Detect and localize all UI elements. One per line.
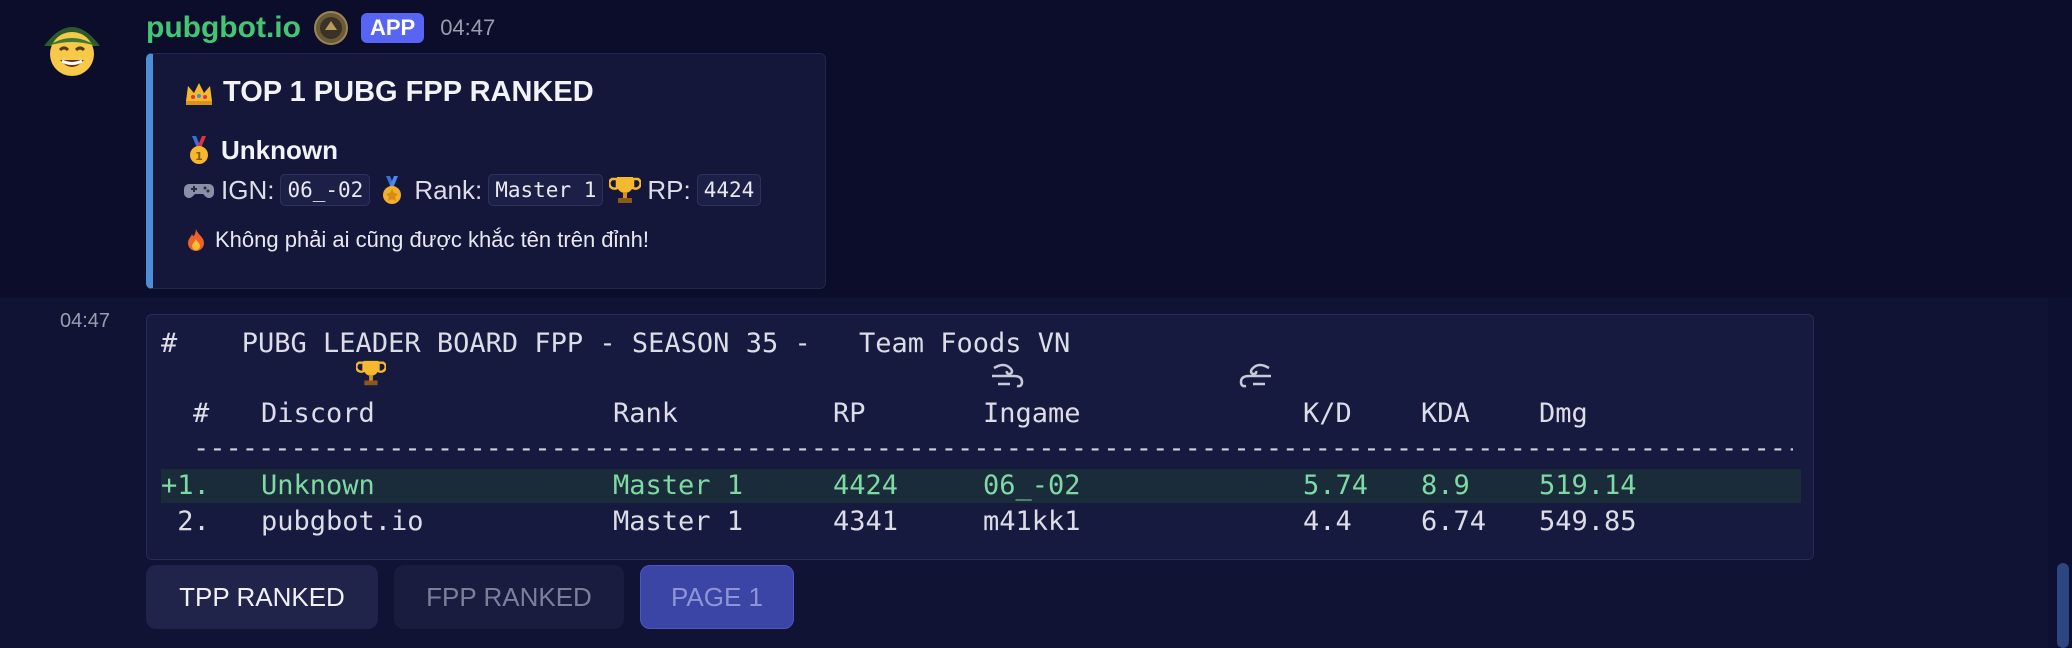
row-ingame: m41kk1 <box>983 506 1081 537</box>
table-row: +1. Unknown Master 1 4424 06_-02 5.74 8.… <box>161 469 1801 503</box>
ign-value: 06_-02 <box>280 174 371 206</box>
bot-message-top1: pubgbot.io APP 04:47 TOP 1 PUBG FPP RANK… <box>0 0 2072 297</box>
row-discord: pubgbot.io <box>261 506 424 537</box>
page-button[interactable]: PAGE 1 <box>640 565 794 629</box>
table-row: 2. pubgbot.io Master 1 4341 m41kk1 4.4 6… <box>161 505 1689 539</box>
action-buttons: TPP RANKED FPP RANKED PAGE 1 <box>146 565 794 629</box>
header-dmg: Dmg <box>1539 398 1588 429</box>
embed-title-text: TOP 1 PUBG FPP RANKED <box>223 76 594 108</box>
message-timestamp[interactable]: 04:47 <box>440 15 495 41</box>
row-ingame: 06_-02 <box>983 470 1081 501</box>
row-dmg: 549.85 <box>1539 506 1637 537</box>
player-name: Unknown <box>221 134 338 165</box>
embed-footer-text: Không phải ai cũng được khắc tên trên đỉ… <box>215 227 649 252</box>
ign-label: IGN: <box>221 174 275 205</box>
leaderboard-header-row: # Discord Rank RP Ingame K/D KDA Dmg <box>161 397 1689 431</box>
row-kda: 6.74 <box>1421 506 1487 537</box>
trophy-icon <box>194 327 387 386</box>
crown-icon <box>183 77 215 109</box>
header-kd: K/D <box>1303 398 1352 429</box>
row-rank: Master 1 <box>613 470 744 501</box>
row-kd: 5.74 <box>1303 470 1369 501</box>
embed-fields: IGN: 06_-02 Rank: Master 1 RP: 4424 <box>183 174 762 206</box>
row-rank: Master 1 <box>613 506 744 537</box>
leaderboard-title: # PUBG LEADER BOARD FPP - SEASON 35 - Te… <box>161 327 1271 388</box>
wind-swirl-icon <box>1070 327 1271 388</box>
row-discord: Unknown <box>261 470 375 501</box>
trophy-icon <box>608 174 643 206</box>
title-text: PUBG LEADER BOARD FPP - SEASON 35 - <box>225 327 827 359</box>
rank-value: Master 1 <box>488 174 604 206</box>
svg-text:1: 1 <box>195 150 203 163</box>
embed-footer: Không phải ai cũng được khắc tên trên đỉ… <box>183 227 649 253</box>
rp-label: RP: <box>647 174 691 205</box>
first-place-medal-icon: 1 <box>183 134 215 166</box>
tpp-ranked-button[interactable]: TPP RANKED <box>146 565 378 629</box>
rank-label: Rank: <box>414 174 483 205</box>
row-kda: 8.9 <box>1421 470 1470 501</box>
scrollbar-thumb[interactable] <box>2057 563 2069 648</box>
wind-swirl-icon <box>827 327 1023 388</box>
header-ingame: Ingame <box>983 398 1081 429</box>
embed-player: 1 Unknown <box>183 134 338 166</box>
team-name: Team Foods VN <box>858 327 1071 359</box>
fire-icon <box>183 227 209 253</box>
row-num: +1. <box>161 470 210 501</box>
fpp-ranked-button[interactable]: FPP RANKED <box>394 565 624 629</box>
header-num: # <box>193 398 210 429</box>
server-emblem-icon <box>311 8 351 48</box>
game-controller-icon <box>183 174 215 206</box>
header-rp: RP <box>833 398 866 429</box>
bot-message-leaderboard: 04:47 # PUBG LEADER BOARD FPP - SEASON 3… <box>0 298 2048 648</box>
username[interactable]: pubgbot.io <box>146 11 301 45</box>
bot-avatar[interactable] <box>40 16 104 80</box>
app-badge: APP <box>360 13 425 43</box>
rp-value: 4424 <box>696 174 762 206</box>
header-rank: Rank <box>613 398 679 429</box>
embed-card: TOP 1 PUBG FPP RANKED 1 Unknown IGN: 06_… <box>146 53 826 289</box>
leaderboard-codeblock: # PUBG LEADER BOARD FPP - SEASON 35 - Te… <box>146 314 1814 560</box>
embed-title: TOP 1 PUBG FPP RANKED <box>183 76 594 109</box>
title-hash: # <box>161 327 194 359</box>
row-kd: 4.4 <box>1303 506 1352 537</box>
row-rp: 4424 <box>833 470 899 501</box>
header-discord: Discord <box>261 398 375 429</box>
row-dmg: 519.14 <box>1539 470 1637 501</box>
chat-view: pubgbot.io APP 04:47 TOP 1 PUBG FPP RANK… <box>0 0 2072 648</box>
message-timestamp[interactable]: 04:47 <box>60 310 110 333</box>
row-num: 2. <box>161 506 210 537</box>
header-kda: KDA <box>1421 398 1470 429</box>
row-rp: 4341 <box>833 506 899 537</box>
sports-medal-icon <box>376 174 408 206</box>
leaderboard-separator: ----------------------------------------… <box>193 433 1793 464</box>
message-header: pubgbot.io APP 04:47 <box>146 6 495 50</box>
